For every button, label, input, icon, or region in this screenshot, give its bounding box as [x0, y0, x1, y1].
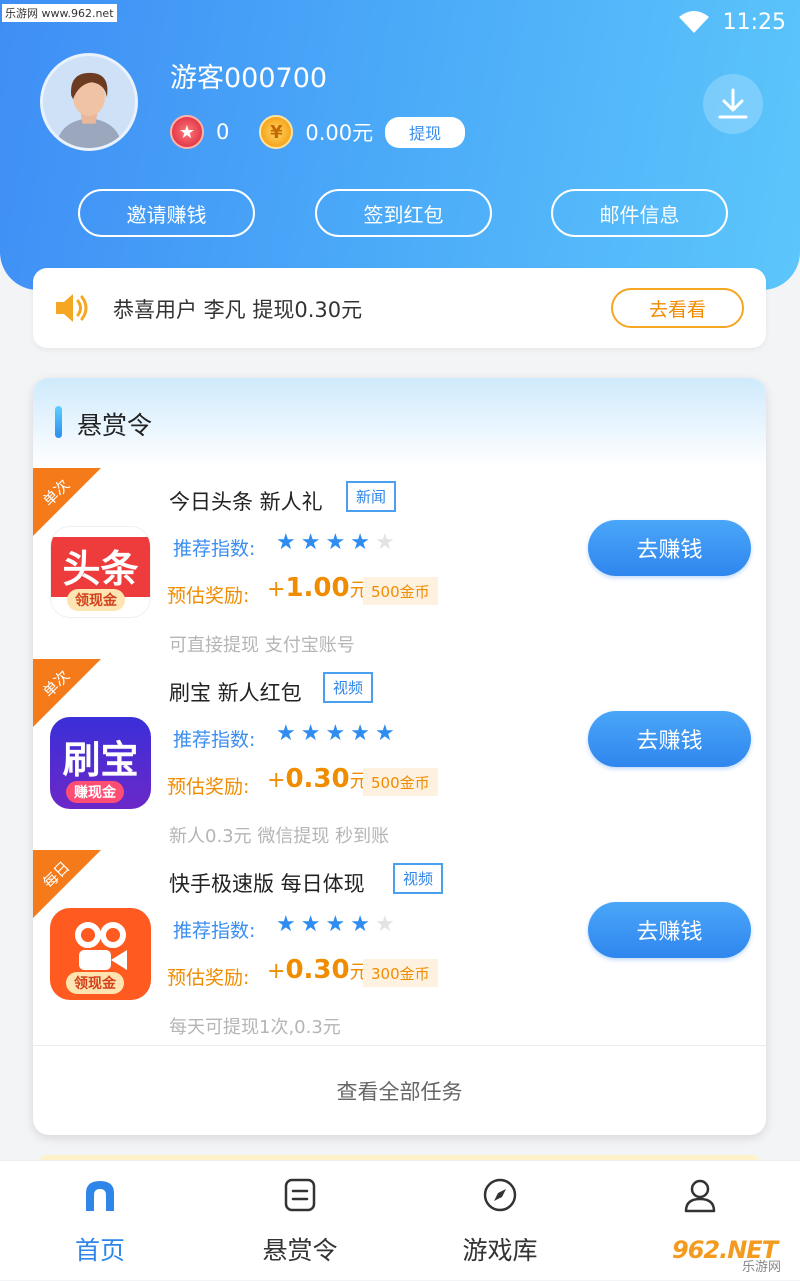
task-item: 每日 领现金 快手极速版 每日体现 视频 推荐指数: ★ ★ ★ ★ ★ 预估奖励: +…: [33, 850, 766, 1041]
reward-value: +0.30元: [267, 955, 369, 985]
home-icon: [86, 1181, 114, 1211]
reward-value: +0.30元: [267, 764, 369, 794]
task-name: 今日头条 新人礼: [169, 490, 323, 514]
rating-stars: ★ ★ ★ ★ ★: [276, 914, 395, 936]
list-icon: [284, 1178, 316, 1212]
earn-button[interactable]: 去赚钱: [588, 711, 751, 767]
username: 游客000700: [170, 63, 328, 94]
invite-earn-button[interactable]: 邀请赚钱: [78, 189, 255, 237]
compass-icon: [483, 1178, 517, 1212]
task-item: 单次 刷宝 赚现金 刷宝 新人红包 视频 推荐指数: ★ ★ ★ ★ ★ 预估奖励: +…: [33, 659, 766, 850]
star-filled-icon: ★: [276, 721, 296, 746]
watermark-sub: 乐游网: [742, 1260, 782, 1275]
app-icon-strip: 领现金: [67, 589, 125, 611]
wifi-icon: [678, 11, 709, 33]
rec-label: 推荐指数:: [173, 538, 256, 560]
task-tag: 新闻: [346, 481, 397, 512]
reward-label: 预估奖励:: [167, 967, 250, 989]
app-icon-text: 头条: [62, 546, 139, 591]
reward-label: 预估奖励:: [167, 585, 250, 607]
coin-icon: ¥: [259, 115, 294, 149]
rec-label: 推荐指数:: [173, 729, 256, 751]
rating-stars: ★ ★ ★ ★ ★: [276, 532, 395, 554]
star-filled-icon: ★: [300, 721, 321, 746]
shuabao-app-icon[interactable]: 刷宝 赚现金: [50, 717, 151, 809]
task-desc: 可直接提现 支付宝账号: [169, 635, 355, 656]
speaker-icon: [56, 294, 88, 322]
star-filled-icon: ★: [350, 721, 370, 746]
coins-badge: 500金币: [363, 577, 438, 605]
star-filled-icon: ★: [350, 530, 370, 555]
app-icon-text: 刷宝: [62, 737, 139, 782]
tab-label: 悬赏令: [262, 1236, 338, 1265]
star-filled-icon: ★: [374, 721, 395, 746]
star-filled-icon: ★: [300, 912, 321, 937]
coins-badge: 300金币: [363, 959, 438, 987]
star-filled-icon: ★: [350, 912, 370, 937]
person-icon: [684, 1179, 716, 1213]
status-bar: 11:25: [678, 8, 786, 36]
divider: [33, 1045, 766, 1046]
toutiao-app-icon[interactable]: 头条 领现金: [50, 526, 151, 618]
title-accent-bar: [55, 406, 62, 438]
rec-label: 推荐指数:: [173, 920, 256, 942]
app-icon-strip: 领现金: [66, 972, 124, 994]
kuaishou-app-icon[interactable]: 领现金: [50, 908, 151, 1000]
star-badge-icon: ★: [170, 115, 204, 149]
star-filled-icon: ★: [325, 721, 346, 746]
coins-badge: 500金币: [363, 768, 438, 796]
bounty-title: 悬赏令: [77, 411, 153, 440]
mail-info-button[interactable]: 邮件信息: [551, 189, 728, 237]
withdraw-button[interactable]: 提现: [385, 116, 466, 148]
task-desc: 每天可提现1次,0.3元: [169, 1017, 341, 1038]
status-time: 11:25: [722, 9, 786, 35]
star-filled-icon: ★: [325, 530, 346, 555]
download-icon: [718, 88, 748, 119]
star-filled-icon: ★: [276, 530, 296, 555]
avatar[interactable]: [40, 53, 138, 151]
watermark-bottom: 962.NET 乐游网: [672, 1236, 798, 1276]
task-name: 快手极速版 每日体现: [169, 872, 365, 896]
tab-game-library[interactable]: 游戏库: [400, 1161, 600, 1281]
tab-home[interactable]: 首页: [0, 1161, 200, 1281]
bounty-card: 悬赏令 单次 头条 领现金 今日头条 新人礼 新闻 推荐指数: ★ ★ ★ ★ ★ 预估…: [33, 378, 766, 1135]
star-filled-icon: ★: [325, 912, 346, 937]
user-stats: ★ 0 ¥ 0.00元 提现: [170, 112, 466, 152]
earn-button[interactable]: 去赚钱: [588, 902, 751, 958]
earn-button[interactable]: 去赚钱: [588, 520, 751, 576]
notice-view-button[interactable]: 去看看: [611, 288, 744, 328]
reward-value: +1.00元: [267, 573, 369, 603]
task-item: 单次 头条 领现金 今日头条 新人礼 新闻 推荐指数: ★ ★ ★ ★ ★ 预估奖励: …: [33, 468, 766, 659]
app-icon-strip: 赚现金: [66, 781, 124, 803]
checkin-redpacket-button[interactable]: 签到红包: [315, 189, 492, 237]
notice-text: 恭喜用户 李凡 提现0.30元: [113, 298, 363, 322]
user-avatar-icon: [56, 72, 122, 148]
task-tag: 视频: [323, 672, 374, 703]
view-all-tasks-link[interactable]: 查看全部任务: [33, 1076, 766, 1106]
download-button[interactable]: [703, 74, 763, 134]
kuaishou-logo-icon: [74, 922, 127, 970]
star-filled-icon: ★: [276, 912, 296, 937]
star-filled-icon: ★: [300, 530, 321, 555]
star-empty-icon: ★: [374, 530, 395, 555]
balance: 0.00元: [305, 121, 374, 145]
notice-bar: 恭喜用户 李凡 提现0.30元 去看看: [33, 268, 766, 348]
task-desc: 新人0.3元 微信提现 秒到账: [169, 826, 390, 847]
task-name: 刷宝 新人红包: [169, 681, 302, 705]
reward-label: 预估奖励:: [167, 776, 250, 798]
tab-bounty[interactable]: 悬赏令: [200, 1161, 400, 1281]
watermark-top: 乐游网 www.962.net: [2, 4, 117, 22]
bounty-header: 悬赏令: [33, 378, 766, 468]
tab-label: 首页: [74, 1236, 125, 1265]
star-empty-icon: ★: [374, 912, 395, 937]
task-tag: 视频: [393, 863, 444, 894]
tab-label: 游戏库: [462, 1236, 538, 1265]
rating-stars: ★ ★ ★ ★ ★: [276, 723, 395, 745]
star-count: 0: [216, 120, 230, 144]
